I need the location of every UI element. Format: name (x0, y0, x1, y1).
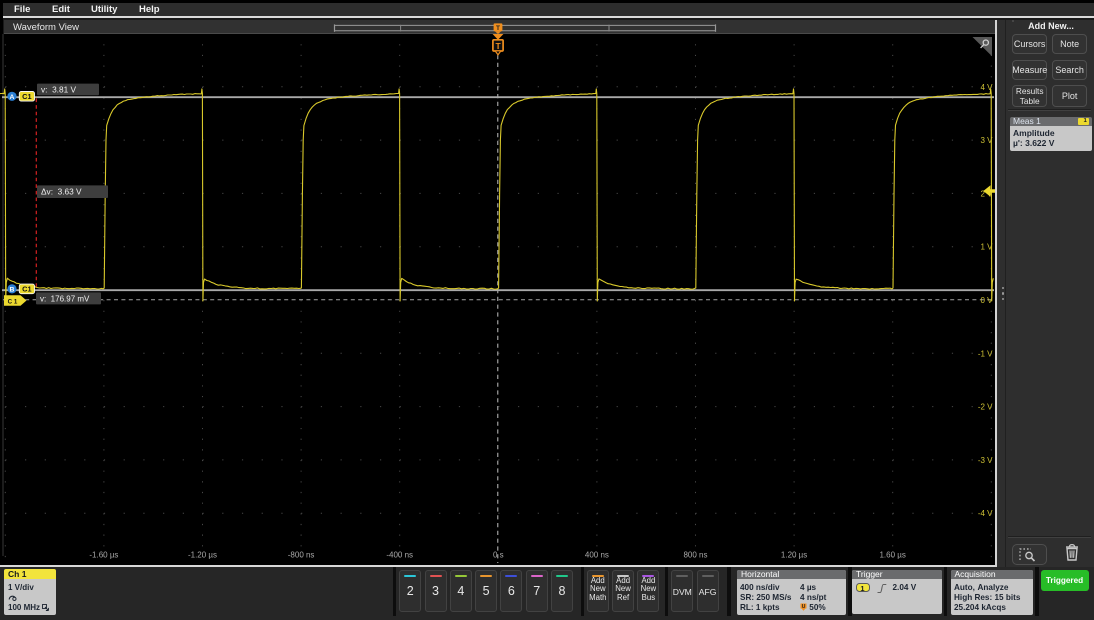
svg-text:4 V: 4 V (980, 83, 993, 92)
svg-text:v: 3.81 V: v: 3.81 V (41, 84, 77, 94)
svg-text:U: U (802, 604, 806, 610)
svg-text:-3 V: -3 V (978, 456, 993, 465)
svg-text:-1.20 µs: -1.20 µs (188, 551, 217, 560)
svg-text:Δv: 3.63 V: Δv: 3.63 V (41, 187, 82, 197)
svg-text:v: 176.97 mV: v: 176.97 mV (40, 294, 90, 303)
svg-text:0 V: 0 V (980, 296, 993, 305)
svg-text:1.60 µs: 1.60 µs (879, 551, 905, 560)
svg-text:-1.60 µs: -1.60 µs (89, 551, 118, 560)
svg-text:T: T (495, 41, 501, 51)
svg-text:C1: C1 (22, 92, 31, 101)
svg-text:800 ns: 800 ns (683, 551, 707, 560)
svg-text:-4 V: -4 V (978, 509, 993, 518)
svg-text:-400 ns: -400 ns (386, 551, 413, 560)
svg-text:1 V: 1 V (980, 243, 993, 252)
svg-text:1.20 µs: 1.20 µs (781, 551, 807, 560)
svg-text:400 ns: 400 ns (585, 551, 609, 560)
svg-text:-2 V: -2 V (978, 403, 993, 412)
svg-text:C 1: C 1 (8, 298, 18, 305)
svg-text:-1 V: -1 V (978, 349, 993, 358)
svg-text:B: B (10, 287, 15, 294)
svg-text:0 s: 0 s (493, 551, 504, 560)
svg-text:-800 ns: -800 ns (288, 551, 315, 560)
svg-text:C1: C1 (22, 285, 31, 294)
svg-text:3 V: 3 V (980, 136, 993, 145)
svg-text:T: T (496, 25, 500, 32)
svg-text:A: A (10, 94, 15, 101)
